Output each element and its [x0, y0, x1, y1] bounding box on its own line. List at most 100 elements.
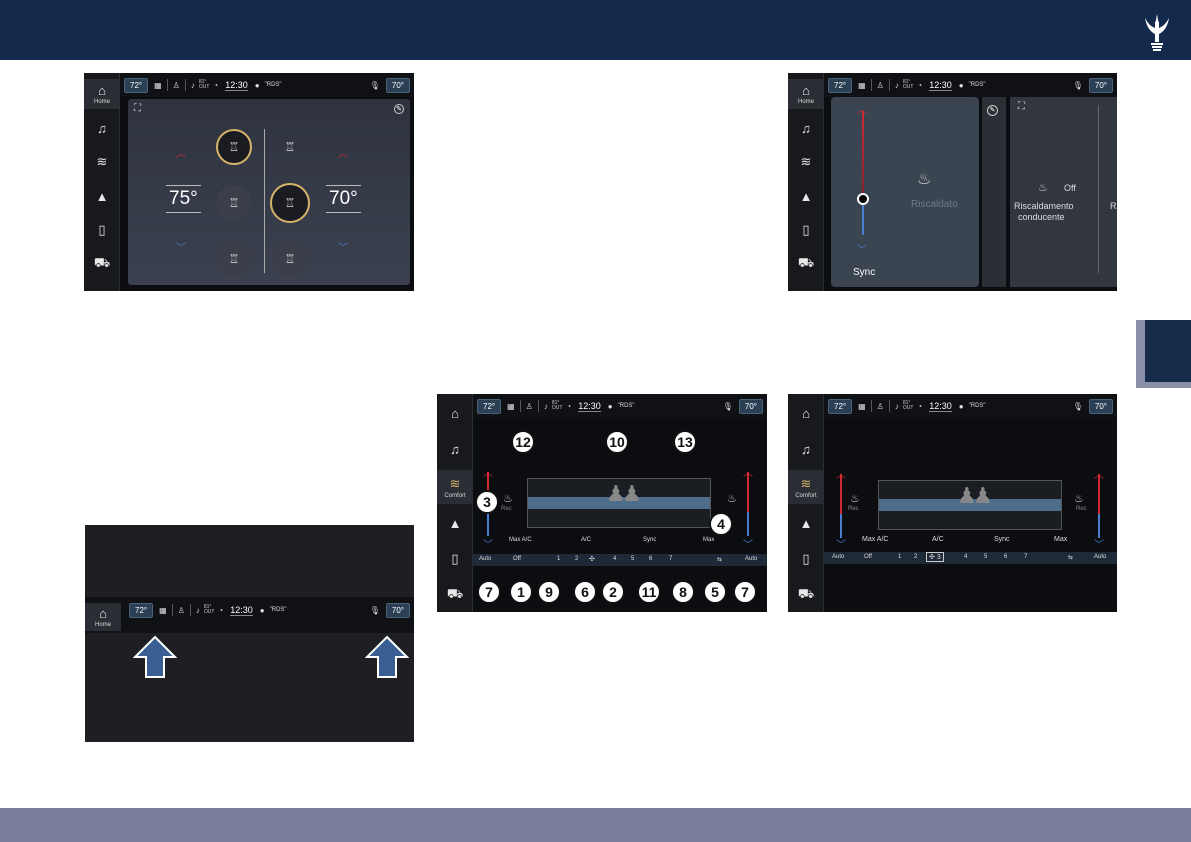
- sidebar-item-home[interactable]: ⌂: [788, 398, 824, 428]
- sidebar-item-media[interactable]: ♫: [788, 434, 824, 464]
- sidebar-item-comfort[interactable]: ≋ Comfort: [788, 470, 824, 504]
- sidebar-item-nav[interactable]: ▲: [788, 181, 824, 211]
- fan-level-7[interactable]: 7: [1024, 554, 1027, 560]
- sync-button[interactable]: Sync: [994, 536, 1010, 543]
- recirc-icon[interactable]: ⇆: [717, 556, 722, 563]
- max-ac-button[interactable]: Max A/C: [862, 536, 888, 543]
- fan-level-4[interactable]: 4: [964, 554, 967, 560]
- off-button[interactable]: Off: [513, 556, 521, 562]
- driver-temp-down[interactable]: ﹀: [836, 536, 846, 551]
- apps-grid-icon[interactable]: ▦: [507, 402, 515, 411]
- passenger-temp-down[interactable]: ﹀: [338, 239, 348, 254]
- right-temp-button[interactable]: 70°: [1088, 77, 1113, 93]
- sync-button[interactable]: Sync: [643, 537, 656, 543]
- mic-icon[interactable]: 🎙: [370, 81, 380, 90]
- passenger-temp-up[interactable]: ︿: [743, 464, 753, 479]
- sidebar-item-vehicle[interactable]: ⛟: [84, 249, 120, 279]
- apps-grid-icon[interactable]: ▦: [154, 81, 162, 90]
- left-temp-button[interactable]: 72°: [828, 398, 853, 414]
- driver-temp-up[interactable]: ︿: [836, 466, 846, 481]
- left-temp-button[interactable]: 72°: [828, 77, 853, 93]
- auto-left-button[interactable]: Auto: [479, 556, 491, 562]
- sync-label[interactable]: Sync: [853, 267, 875, 278]
- apps-grid-icon[interactable]: ▦: [858, 81, 866, 90]
- passenger-seat-heat-icon[interactable]: ♨: [727, 492, 737, 505]
- mic-icon[interactable]: 🎙: [1073, 402, 1083, 411]
- bell-icon[interactable]: ♪: [895, 402, 899, 411]
- right-temp-button[interactable]: 70°: [738, 398, 763, 414]
- max-ac-button[interactable]: Max A/C: [509, 537, 532, 543]
- sidebar-item-phone[interactable]: ▯: [84, 215, 120, 245]
- sidebar-item-media[interactable]: ♫: [84, 113, 120, 143]
- fan-level-4[interactable]: 4: [613, 556, 616, 562]
- left-temp-button[interactable]: 72°: [477, 398, 502, 414]
- fan-level-1[interactable]: 1: [557, 556, 560, 562]
- auto-right-button[interactable]: Auto: [745, 556, 757, 562]
- sidebar-item-phone[interactable]: ▯: [788, 215, 824, 245]
- sidebar-item-home[interactable]: ⌂: [437, 398, 473, 428]
- sidebar-item-nav[interactable]: ▲: [437, 508, 473, 538]
- user-icon[interactable]: ♙: [178, 606, 185, 615]
- passenger-temp-down[interactable]: ﹀: [1094, 536, 1104, 551]
- right-temp-button[interactable]: 70°: [385, 602, 410, 618]
- level-down[interactable]: ﹀: [857, 241, 867, 256]
- right-temp-button[interactable]: 70°: [385, 77, 410, 93]
- slider-thumb[interactable]: [857, 193, 869, 205]
- expand-icon[interactable]: ⛶: [1018, 101, 1025, 112]
- passenger-seat-button[interactable]: ♖: [270, 183, 310, 223]
- left-temp-button[interactable]: 72°: [124, 77, 149, 93]
- user-icon[interactable]: ♙: [877, 402, 884, 411]
- apps-grid-icon[interactable]: ▦: [159, 606, 167, 615]
- fan-level-3-selected[interactable]: ✣ 3: [926, 552, 944, 562]
- sidebar-item-comfort[interactable]: ≋ Comfort: [437, 470, 473, 504]
- level-up[interactable]: ︿: [857, 101, 867, 116]
- driver-temp-up[interactable]: ︿: [483, 464, 493, 479]
- sidebar-item-climate[interactable]: ≋: [788, 147, 824, 177]
- driver-floor-button[interactable]: ♖: [216, 241, 252, 277]
- fan-level-6[interactable]: 6: [649, 556, 652, 562]
- sidebar-item-home[interactable]: ⌂ Home: [788, 79, 824, 109]
- passenger-temp-down[interactable]: ﹀: [743, 536, 753, 551]
- fan-level-2[interactable]: 2: [914, 554, 917, 560]
- user-icon[interactable]: ♙: [173, 81, 180, 90]
- edit-icon[interactable]: ✎: [394, 104, 404, 114]
- passenger-seat-heat-icon[interactable]: ♨: [1074, 492, 1084, 505]
- off-button[interactable]: Off: [864, 554, 872, 560]
- fan-level-2[interactable]: 2: [575, 556, 578, 562]
- driver-seat-heat-icon[interactable]: ♨: [503, 492, 513, 505]
- sidebar-item-media[interactable]: ♫: [788, 113, 824, 143]
- fan-level-5[interactable]: 5: [984, 554, 987, 560]
- fan-level-1[interactable]: 1: [898, 554, 901, 560]
- user-icon[interactable]: ♙: [877, 81, 884, 90]
- expand-icon[interactable]: ⛶: [134, 103, 141, 114]
- ac-button[interactable]: A/C: [932, 536, 944, 543]
- mic-icon[interactable]: 🎙: [1073, 81, 1083, 90]
- driver-seat-heat-icon[interactable]: ♨: [850, 492, 860, 505]
- max-defrost-button[interactable]: Max: [1054, 536, 1067, 543]
- auto-left-button[interactable]: Auto: [832, 554, 844, 560]
- passenger-floor-button[interactable]: ♖: [272, 241, 308, 277]
- fan-level-7[interactable]: 7: [669, 556, 672, 562]
- sidebar-item-home[interactable]: ⌂ Home: [85, 603, 121, 631]
- apps-grid-icon[interactable]: ▦: [858, 402, 866, 411]
- driver-temp-up[interactable]: ︿: [176, 145, 186, 160]
- driver-temp-down[interactable]: ﹀: [176, 239, 186, 254]
- passenger-defrost-seat-button[interactable]: ♖: [272, 129, 308, 165]
- sidebar-item-vehicle[interactable]: ⛟: [788, 249, 824, 279]
- passenger-temp-up[interactable]: ︿: [338, 145, 348, 160]
- sidebar-item-nav[interactable]: ▲: [788, 508, 824, 538]
- driver-temp-down[interactable]: ﹀: [483, 536, 493, 551]
- passenger-temp-up[interactable]: ︿: [1094, 466, 1104, 481]
- sidebar-item-phone[interactable]: ▯: [437, 544, 473, 574]
- sidebar-item-nav[interactable]: ▲: [84, 181, 120, 211]
- bell-icon[interactable]: ♪: [544, 402, 548, 411]
- sidebar-item-climate[interactable]: ≋: [84, 147, 120, 177]
- left-temp-button[interactable]: 72°: [129, 602, 154, 618]
- driver-heat-card[interactable]: ⛶ ♨ Off Riscaldamento conducente R: [1010, 97, 1117, 287]
- bell-icon[interactable]: ♪: [191, 81, 195, 90]
- fan-level-5[interactable]: 5: [631, 556, 634, 562]
- ac-button[interactable]: A/C: [581, 537, 591, 543]
- fan-level-6[interactable]: 6: [1004, 554, 1007, 560]
- sidebar-item-vehicle[interactable]: ⛟: [788, 580, 824, 610]
- driver-seat-button[interactable]: ♖: [216, 185, 252, 221]
